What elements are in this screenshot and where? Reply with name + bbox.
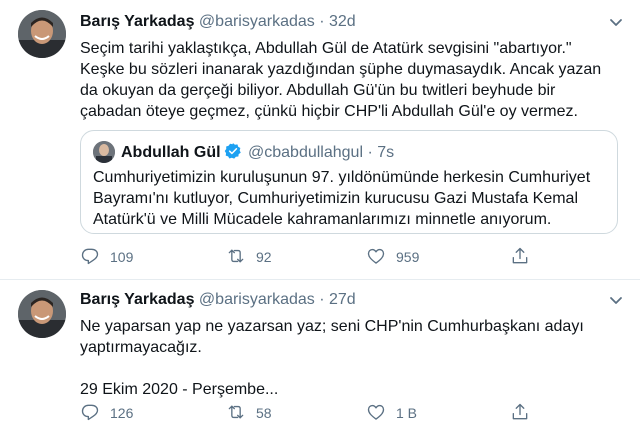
share-icon — [510, 402, 530, 425]
author-handle[interactable]: @barisyarkadas — [199, 291, 315, 308]
quoted-avatar — [93, 141, 115, 163]
quoted-tweet[interactable]: Abdullah Gül @cbabdullahgul · 7s Cumhuri… — [80, 130, 618, 234]
tweet-header: Barış Yarkadaş @barisyarkadas · 27d — [80, 290, 356, 310]
retweet-count: 58 — [256, 405, 272, 421]
like-button[interactable]: 1 B — [366, 402, 417, 424]
share-button[interactable] — [510, 402, 530, 424]
quoted-header: Abdullah Gül @cbabdullahgul · 7s — [121, 142, 394, 163]
heart-icon — [366, 246, 386, 269]
author-name[interactable]: Barış Yarkadaş — [80, 13, 194, 30]
retweet-icon — [226, 246, 246, 269]
tweet-header: Barış Yarkadaş @barisyarkadas · 32d — [80, 12, 356, 32]
separator-dot: · — [367, 144, 373, 161]
tweet-text: Seçim tarihi yaklaştıkça, Abdullah Gül d… — [80, 40, 602, 120]
like-count: 959 — [396, 249, 420, 265]
quoted-time: 7s — [377, 144, 395, 161]
reply-icon — [80, 246, 100, 269]
avatar[interactable] — [18, 290, 66, 338]
heart-icon — [366, 402, 386, 425]
chevron-down-icon[interactable] — [606, 290, 626, 310]
separator-dot: · — [319, 13, 325, 30]
tweet[interactable]: Barış Yarkadaş @barisyarkadas · 27d Ne y… — [0, 280, 640, 440]
retweet-icon — [226, 402, 246, 425]
tweet-text: Ne yaparsan yap ne yazarsan yaz; seni CH… — [80, 318, 584, 398]
reply-button[interactable]: 126 — [80, 402, 133, 424]
reply-count: 126 — [110, 405, 134, 421]
retweet-button[interactable]: 58 — [226, 402, 272, 424]
reply-count: 109 — [110, 249, 134, 265]
verified-badge-icon — [224, 142, 242, 160]
tweet-actions: 109 92 959 — [80, 246, 540, 268]
retweet-count: 92 — [256, 249, 272, 265]
like-count: 1 B — [396, 405, 418, 421]
tweet-actions: 126 58 1 B — [80, 402, 540, 424]
quoted-text: Cumhuriyetimizin kuruluşunun 97. yıldönü… — [93, 169, 591, 228]
tweet-time[interactable]: 27d — [329, 291, 356, 308]
quoted-author-handle: @cbabdullahgul — [248, 144, 363, 161]
chevron-down-icon[interactable] — [606, 12, 626, 32]
author-handle[interactable]: @barisyarkadas — [199, 13, 315, 30]
reply-button[interactable]: 109 — [80, 246, 133, 268]
retweet-button[interactable]: 92 — [226, 246, 272, 268]
share-icon — [510, 246, 530, 269]
quoted-author-name: Abdullah Gül — [121, 144, 221, 161]
tweet-time[interactable]: 32d — [329, 13, 356, 30]
avatar[interactable] — [18, 10, 66, 58]
reply-icon — [80, 402, 100, 425]
share-button[interactable] — [510, 246, 530, 268]
tweet[interactable]: Barış Yarkadaş @barisyarkadas · 32d Seçi… — [0, 0, 640, 280]
like-button[interactable]: 959 — [366, 246, 419, 268]
separator-dot: · — [319, 291, 325, 308]
author-name[interactable]: Barış Yarkadaş — [80, 291, 194, 308]
